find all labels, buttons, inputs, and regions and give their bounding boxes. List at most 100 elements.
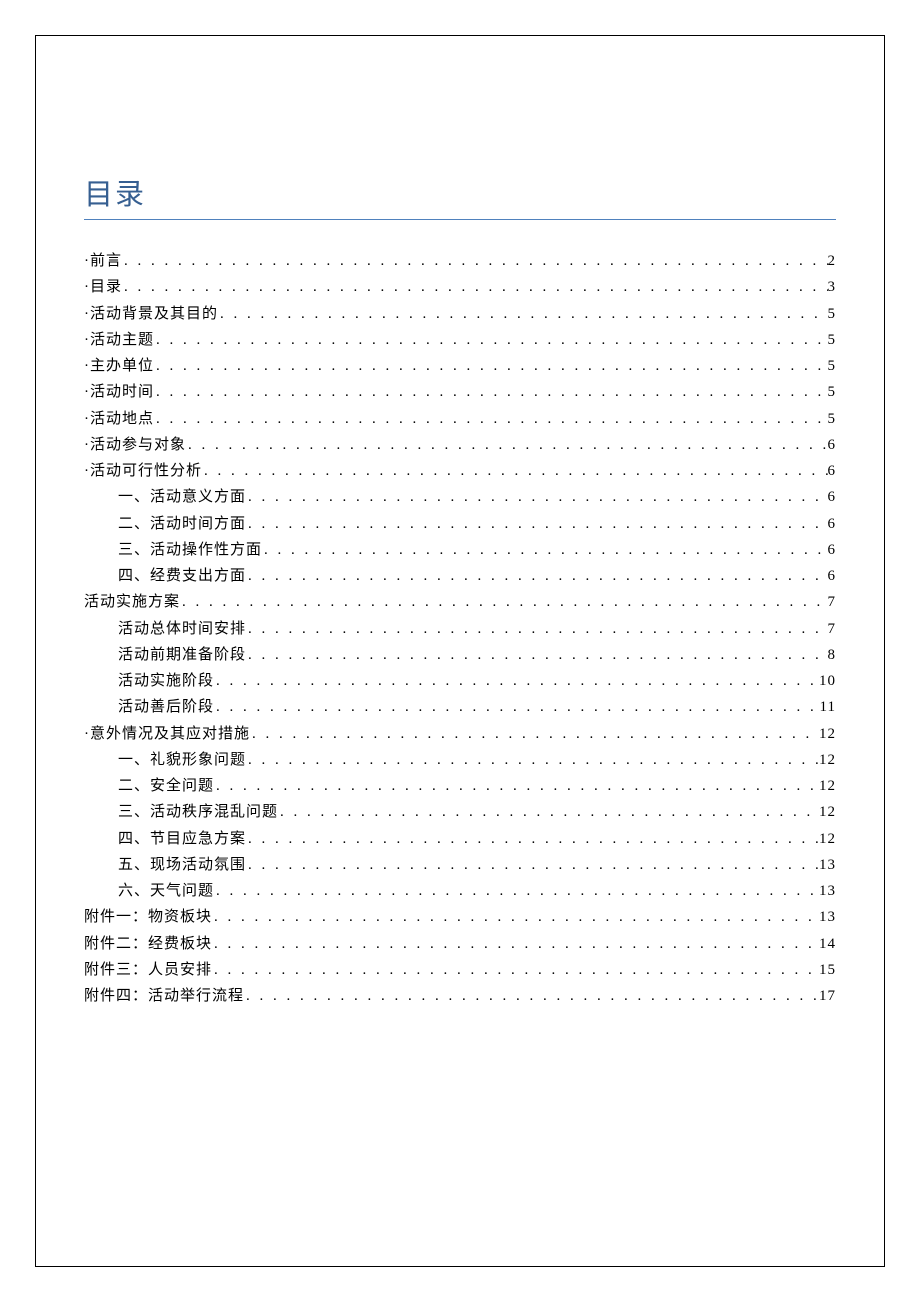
toc-dot-leader xyxy=(214,878,819,904)
toc-entry: 一、活动意义方面6 xyxy=(84,484,836,510)
toc-dot-leader xyxy=(186,432,828,458)
toc-entry-label: 六、天气问题 xyxy=(118,878,214,904)
toc-dot-leader xyxy=(262,537,827,563)
table-of-contents: ·前言2·目录3·活动背景及其目的5·活动主题5·主办单位5·活动时间5·活动地… xyxy=(84,248,836,1009)
toc-entry-page: 13 xyxy=(819,852,836,878)
toc-entry: 三、活动秩序混乱问题 12 xyxy=(84,799,836,825)
toc-entry: 五、现场活动氛围 13 xyxy=(84,852,836,878)
toc-entry: ·活动地点5 xyxy=(84,406,836,432)
toc-dot-leader xyxy=(278,799,819,825)
toc-dot-leader xyxy=(214,694,820,720)
toc-entry-label: 四、节目应急方案 xyxy=(118,826,246,852)
toc-dot-leader xyxy=(122,274,828,300)
toc-entry-page: 2 xyxy=(828,248,837,274)
toc-dot-leader xyxy=(246,852,819,878)
toc-dot-leader xyxy=(250,721,819,747)
toc-dot-leader xyxy=(218,301,828,327)
toc-entry: 活动实施阶段 10 xyxy=(84,668,836,694)
toc-dot-leader xyxy=(246,616,827,642)
toc-entry: ·主办单位 5 xyxy=(84,353,836,379)
toc-entry-label: 活动前期准备阶段 xyxy=(118,642,246,668)
toc-entry-label: 活动实施方案 xyxy=(84,589,180,615)
toc-entry-page: 15 xyxy=(819,957,836,983)
toc-dot-leader xyxy=(212,931,819,957)
toc-entry-label: 活动善后阶段 xyxy=(118,694,214,720)
toc-entry-page: 6 xyxy=(828,563,837,589)
toc-entry: 活动实施方案 7 xyxy=(84,589,836,615)
toc-entry: ·活动时间5 xyxy=(84,379,836,405)
toc-dot-leader xyxy=(246,563,827,589)
toc-entry-label: ·活动参与对象 xyxy=(84,432,186,458)
title-underline xyxy=(84,219,836,220)
toc-dot-leader xyxy=(246,642,827,668)
toc-entry-page: 7 xyxy=(828,616,837,642)
toc-entry-label: 三、活动秩序混乱问题 xyxy=(118,799,278,825)
toc-entry: 四、经费支出方面 6 xyxy=(84,563,836,589)
toc-entry: 活动善后阶段11 xyxy=(84,694,836,720)
toc-entry-label: 附件四：活动举行流程 xyxy=(84,983,244,1009)
toc-entry: ·活动主题 5 xyxy=(84,327,836,353)
toc-dot-leader xyxy=(202,458,828,484)
toc-entry: 附件四：活动举行流程 17 xyxy=(84,983,836,1009)
toc-dot-leader xyxy=(214,773,819,799)
toc-dot-leader xyxy=(154,353,828,379)
toc-entry-label: 一、礼貌形象问题 xyxy=(118,747,246,773)
toc-entry: 二、活动时间方面6 xyxy=(84,511,836,537)
toc-entry: ·目录 3 xyxy=(84,274,836,300)
toc-dot-leader xyxy=(154,327,828,353)
toc-dot-leader xyxy=(180,589,827,615)
toc-entry-page: 5 xyxy=(828,379,837,405)
toc-entry-label: ·前言 xyxy=(84,248,122,274)
toc-dot-leader xyxy=(212,904,819,930)
toc-entry-page: 13 xyxy=(819,904,836,930)
toc-entry-page: 10 xyxy=(819,668,836,694)
toc-entry-page: 3 xyxy=(828,274,837,300)
toc-entry-label: 附件三：人员安排 xyxy=(84,957,212,983)
toc-entry: ·前言 2 xyxy=(84,248,836,274)
toc-entry: 活动总体时间安排7 xyxy=(84,616,836,642)
toc-entry: 活动前期准备阶段 8 xyxy=(84,642,836,668)
toc-entry-label: 附件二：经费板块 xyxy=(84,931,212,957)
toc-entry-label: ·活动背景及其目的 xyxy=(84,301,218,327)
toc-entry-label: ·活动主题 xyxy=(84,327,154,353)
toc-dot-leader xyxy=(246,511,827,537)
toc-entry-label: 四、经费支出方面 xyxy=(118,563,246,589)
toc-entry-page: 6 xyxy=(828,458,837,484)
toc-entry-page: 17 xyxy=(819,983,836,1009)
toc-entry: 附件二：经费板块14 xyxy=(84,931,836,957)
toc-entry-page: 12 xyxy=(819,721,836,747)
toc-entry: 附件一：物资板块 13 xyxy=(84,904,836,930)
toc-entry-label: 二、活动时间方面 xyxy=(118,511,246,537)
toc-entry-label: 活动实施阶段 xyxy=(118,668,214,694)
toc-entry-label: 五、现场活动氛围 xyxy=(118,852,246,878)
toc-entry-page: 12 xyxy=(819,799,836,825)
toc-entry-page: 13 xyxy=(819,878,836,904)
toc-dot-leader xyxy=(212,957,819,983)
toc-entry-page: 12 xyxy=(819,773,836,799)
toc-entry: ·活动可行性分析6 xyxy=(84,458,836,484)
toc-entry-page: 5 xyxy=(828,327,837,353)
toc-dot-leader xyxy=(246,826,819,852)
toc-entry: ·意外情况及其应对措施 12 xyxy=(84,721,836,747)
toc-entry: 附件三：人员安排 15 xyxy=(84,957,836,983)
toc-entry: ·活动背景及其目的5 xyxy=(84,301,836,327)
toc-entry: 一、礼貌形象问题 12 xyxy=(84,747,836,773)
toc-entry-page: 6 xyxy=(828,484,837,510)
toc-entry-label: ·主办单位 xyxy=(84,353,154,379)
toc-entry: 六、天气问题 13 xyxy=(84,878,836,904)
toc-entry-label: ·意外情况及其应对措施 xyxy=(84,721,250,747)
toc-dot-leader xyxy=(246,747,819,773)
toc-entry-label: ·目录 xyxy=(84,274,122,300)
toc-entry-page: 5 xyxy=(828,353,837,379)
toc-entry-page: 12 xyxy=(819,747,836,773)
toc-dot-leader xyxy=(214,668,819,694)
toc-entry-page: 12 xyxy=(819,826,836,852)
toc-entry-page: 8 xyxy=(828,642,837,668)
toc-dot-leader xyxy=(122,248,828,274)
document-page: 目录 ·前言2·目录3·活动背景及其目的5·活动主题5·主办单位5·活动时间5·… xyxy=(35,35,885,1267)
toc-entry-label: 附件一：物资板块 xyxy=(84,904,212,930)
toc-entry-page: 7 xyxy=(828,589,837,615)
toc-entry: ·活动参与对象6 xyxy=(84,432,836,458)
toc-dot-leader xyxy=(244,983,819,1009)
toc-entry-label: 二、安全问题 xyxy=(118,773,214,799)
